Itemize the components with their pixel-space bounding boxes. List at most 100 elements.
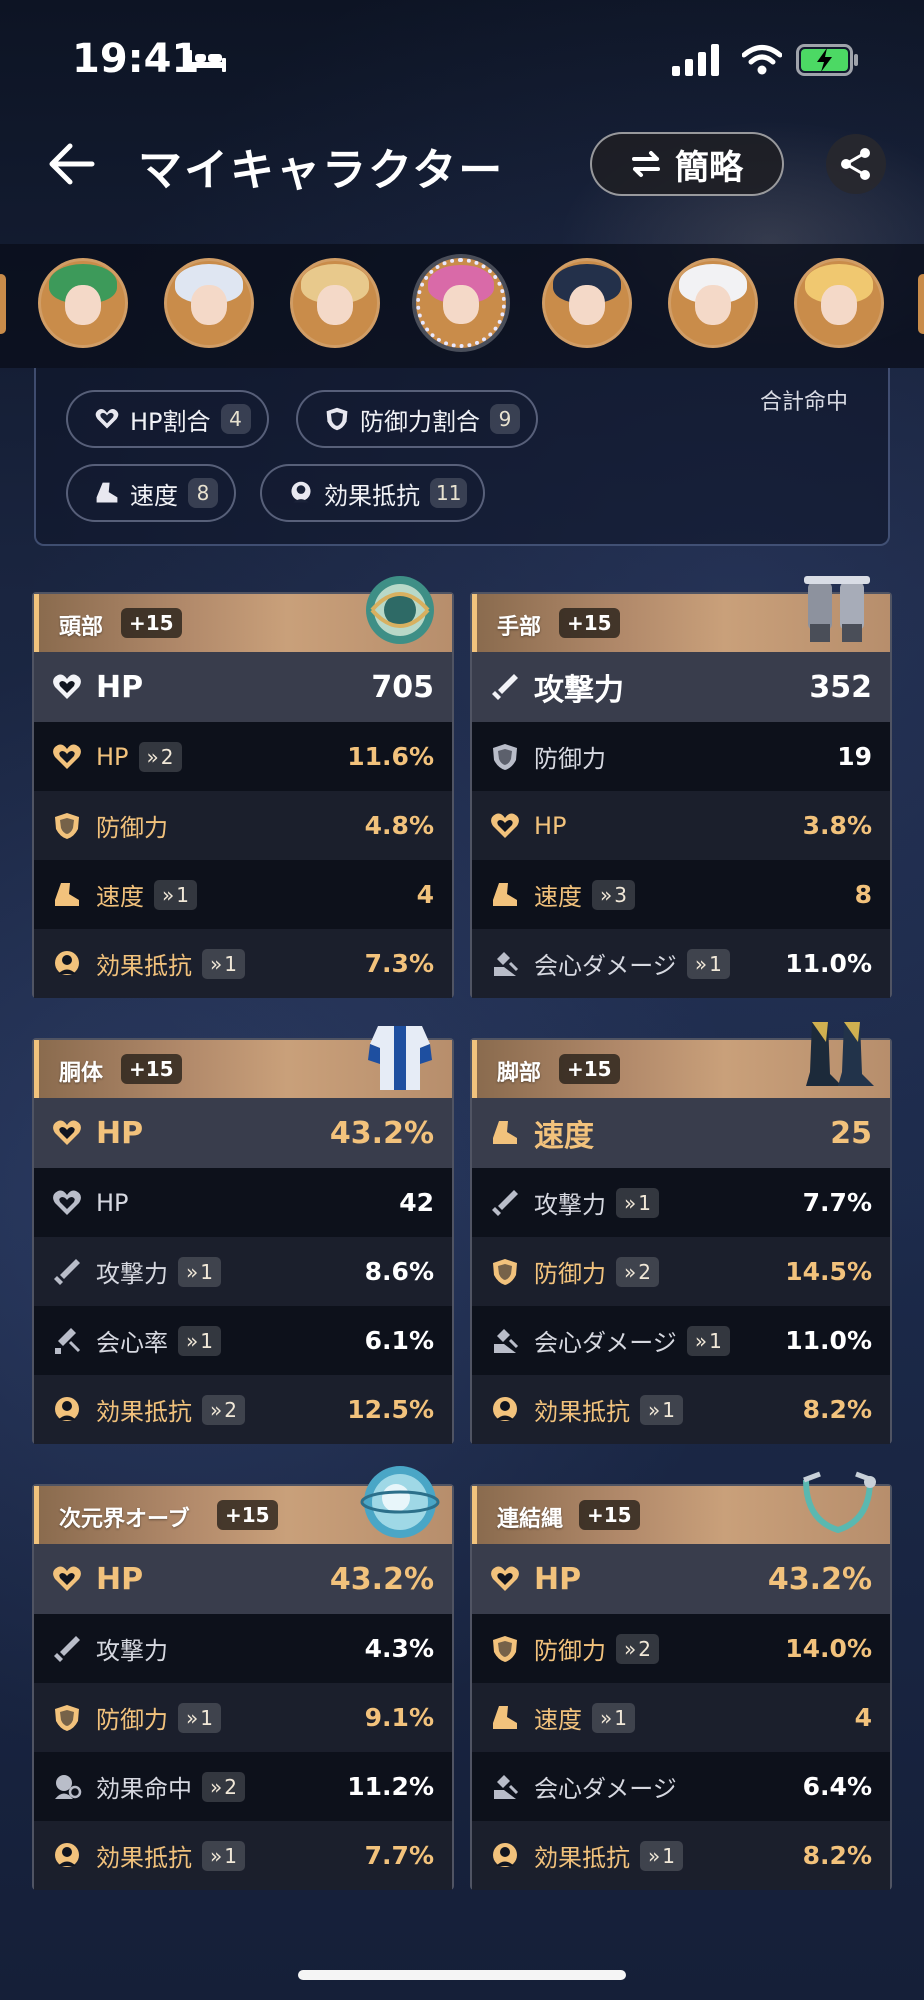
sub-stat-value: 7.7% <box>802 1188 872 1217</box>
relic-main-stat: HP 43.2% <box>472 1544 890 1614</box>
chevrons-icon: » <box>146 744 159 769</box>
chevrons-icon: » <box>600 882 613 907</box>
relic-slot-name: 胴体 <box>59 1061 104 1086</box>
relic-sub-stat: 速度 » 1 4 <box>34 860 452 929</box>
relic-card[interactable]: 胴体 +15 HP 43.2% HP 42 攻撃力 » 1 8.6% 会心率 » 1 <box>32 1026 454 1444</box>
share-button[interactable] <box>826 134 886 194</box>
roll-count-badge: » 1 <box>178 1702 221 1733</box>
resist-icon <box>55 950 79 975</box>
set-chip-resist[interactable]: 効果抵抗 11 <box>260 464 486 522</box>
avatar-partial-left[interactable] <box>0 274 6 334</box>
set-chip-speed[interactable]: 速度 8 <box>66 464 236 522</box>
relic-card[interactable]: 頭部 +15 HP 705 HP » 2 11.6% 防御力 4.8% 速度 » 1 <box>32 576 454 998</box>
sword-icon <box>54 1635 80 1662</box>
roll-count: 1 <box>662 1397 675 1422</box>
main-stat-value: 352 <box>809 669 872 705</box>
sub-stat-value: 14.5% <box>785 1257 872 1286</box>
roll-count-badge: » 1 <box>686 948 730 979</box>
set-chip-name: 防御力割合 <box>360 407 480 436</box>
heart-icon <box>53 1190 81 1215</box>
character-avatar[interactable] <box>668 258 758 348</box>
roll-count: 1 <box>709 1328 722 1353</box>
relic-card[interactable]: 脚部 +15 速度 25 攻撃力 » 1 7.7% 防御力 » 2 14.5% 会心… <box>470 1022 892 1444</box>
character-avatar[interactable] <box>794 258 884 348</box>
chevrons-icon: » <box>648 1397 661 1422</box>
sub-stat-label: 攻撃力 <box>96 1260 168 1288</box>
roll-count-badge: » 1 <box>592 1702 635 1733</box>
relic-image-head <box>366 576 434 644</box>
relic-level-badge: +15 <box>217 1500 278 1530</box>
set-chip-count: 9 <box>490 404 520 434</box>
relic-card[interactable]: 連結縄 +15 HP 43.2% 防御力 » 2 14.0% 速度 » 1 4 会心… <box>470 1471 892 1890</box>
relic-sub-stat: 速度 » 1 4 <box>472 1683 890 1752</box>
shield-icon <box>493 743 517 770</box>
relic-main-stat: HP 43.2% <box>34 1544 452 1614</box>
roll-count-badge: » 2 <box>202 1394 245 1425</box>
heart-icon <box>95 409 119 429</box>
relic-sub-stat: 攻撃力 » 1 8.6% <box>34 1237 452 1306</box>
relic-image-hands <box>804 576 870 642</box>
share-icon <box>841 148 870 180</box>
relic-level-badge: +15 <box>121 608 182 638</box>
crit-dmg-icon <box>494 1328 519 1353</box>
set-chip-count: 8 <box>188 478 218 508</box>
roll-count: 1 <box>662 1843 675 1868</box>
chevrons-icon: » <box>624 1190 637 1215</box>
roll-count-badge: » 2 <box>138 741 182 772</box>
sub-stat-label: 会心ダメージ <box>534 952 677 980</box>
sub-stat-label: 防御力 <box>96 1706 168 1734</box>
signal-icon <box>672 44 719 76</box>
set-chip-name: 効果抵抗 <box>324 481 420 510</box>
relic-sub-stat: HP » 2 11.6% <box>34 722 452 791</box>
simple-view-label: 簡略 <box>675 147 743 188</box>
character-avatar[interactable] <box>164 258 254 348</box>
set-effects-label: 合計命中 <box>759 390 848 415</box>
sub-stat-label: HP <box>534 811 567 840</box>
heart-icon <box>53 1120 81 1145</box>
home-indicator[interactable] <box>298 1970 626 1980</box>
resist-icon <box>55 1842 79 1867</box>
sub-stat-label: 効果命中 <box>96 1775 192 1803</box>
back-arrow-icon[interactable] <box>44 140 96 188</box>
main-stat-label: 速度 <box>534 1119 594 1154</box>
relic-slot-name: 次元界オーブ <box>59 1507 190 1532</box>
chevrons-icon: » <box>186 1705 199 1730</box>
relic-sub-stat: 会心ダメージ » 1 11.0% <box>472 1306 890 1375</box>
sub-stat-label: 効果抵抗 <box>534 1844 630 1872</box>
sub-stat-label: 会心率 <box>96 1329 168 1357</box>
roll-count-badge: » 1 <box>154 879 197 910</box>
character-avatar[interactable] <box>542 258 632 348</box>
relic-sub-stat: 効果抵抗 » 1 7.3% <box>34 929 452 998</box>
avatar-partial-right[interactable] <box>918 274 924 334</box>
heart-icon <box>53 674 81 699</box>
main-stat-value: 43.2% <box>329 1561 434 1597</box>
character-avatar[interactable] <box>290 258 380 348</box>
sub-stat-label: 速度 <box>534 883 582 911</box>
sub-stat-label: 攻撃力 <box>534 1191 606 1219</box>
page-title: マイキャラクター <box>138 145 505 196</box>
set-chip-hp[interactable]: HP割合 4 <box>66 390 269 448</box>
roll-count-badge: » 1 <box>640 1394 683 1425</box>
sub-stat-value: 8 <box>854 880 872 909</box>
shield-icon <box>55 1704 79 1731</box>
simple-view-button[interactable]: 簡略 <box>590 132 784 196</box>
sub-stat-label: 防御力 <box>96 814 168 842</box>
sub-stat-value: 9.1% <box>364 1703 434 1732</box>
character-avatar-selected[interactable] <box>416 258 506 348</box>
relic-level-badge: +15 <box>121 1054 182 1084</box>
relic-image-sphere <box>360 1466 440 1538</box>
sub-stat-value: 4.8% <box>364 811 434 840</box>
set-chip-def[interactable]: 防御力割合 9 <box>296 390 538 448</box>
relic-sub-stat: 会心ダメージ » 1 11.0% <box>472 929 890 998</box>
sub-stat-label: HP <box>96 742 129 771</box>
sub-stat-value: 8.2% <box>802 1841 872 1870</box>
relic-card[interactable]: 手部 +15 攻撃力 352 防御力 19 HP 3.8% 速度 » 3 8 会… <box>470 576 892 998</box>
relic-main-stat: HP 43.2% <box>34 1098 452 1168</box>
character-avatar[interactable] <box>38 258 128 348</box>
relic-sub-stat: 防御力 » 1 9.1% <box>34 1683 452 1752</box>
roll-count-badge: » 1 <box>616 1187 659 1218</box>
relic-card[interactable]: 次元界オーブ +15 HP 43.2% 攻撃力 4.3% 防御力 » 1 9.1%… <box>32 1466 454 1890</box>
set-chip-name: HP割合 <box>130 407 211 436</box>
status-bar: 19:41 <box>0 0 924 120</box>
character-avatar-strip <box>0 244 924 368</box>
